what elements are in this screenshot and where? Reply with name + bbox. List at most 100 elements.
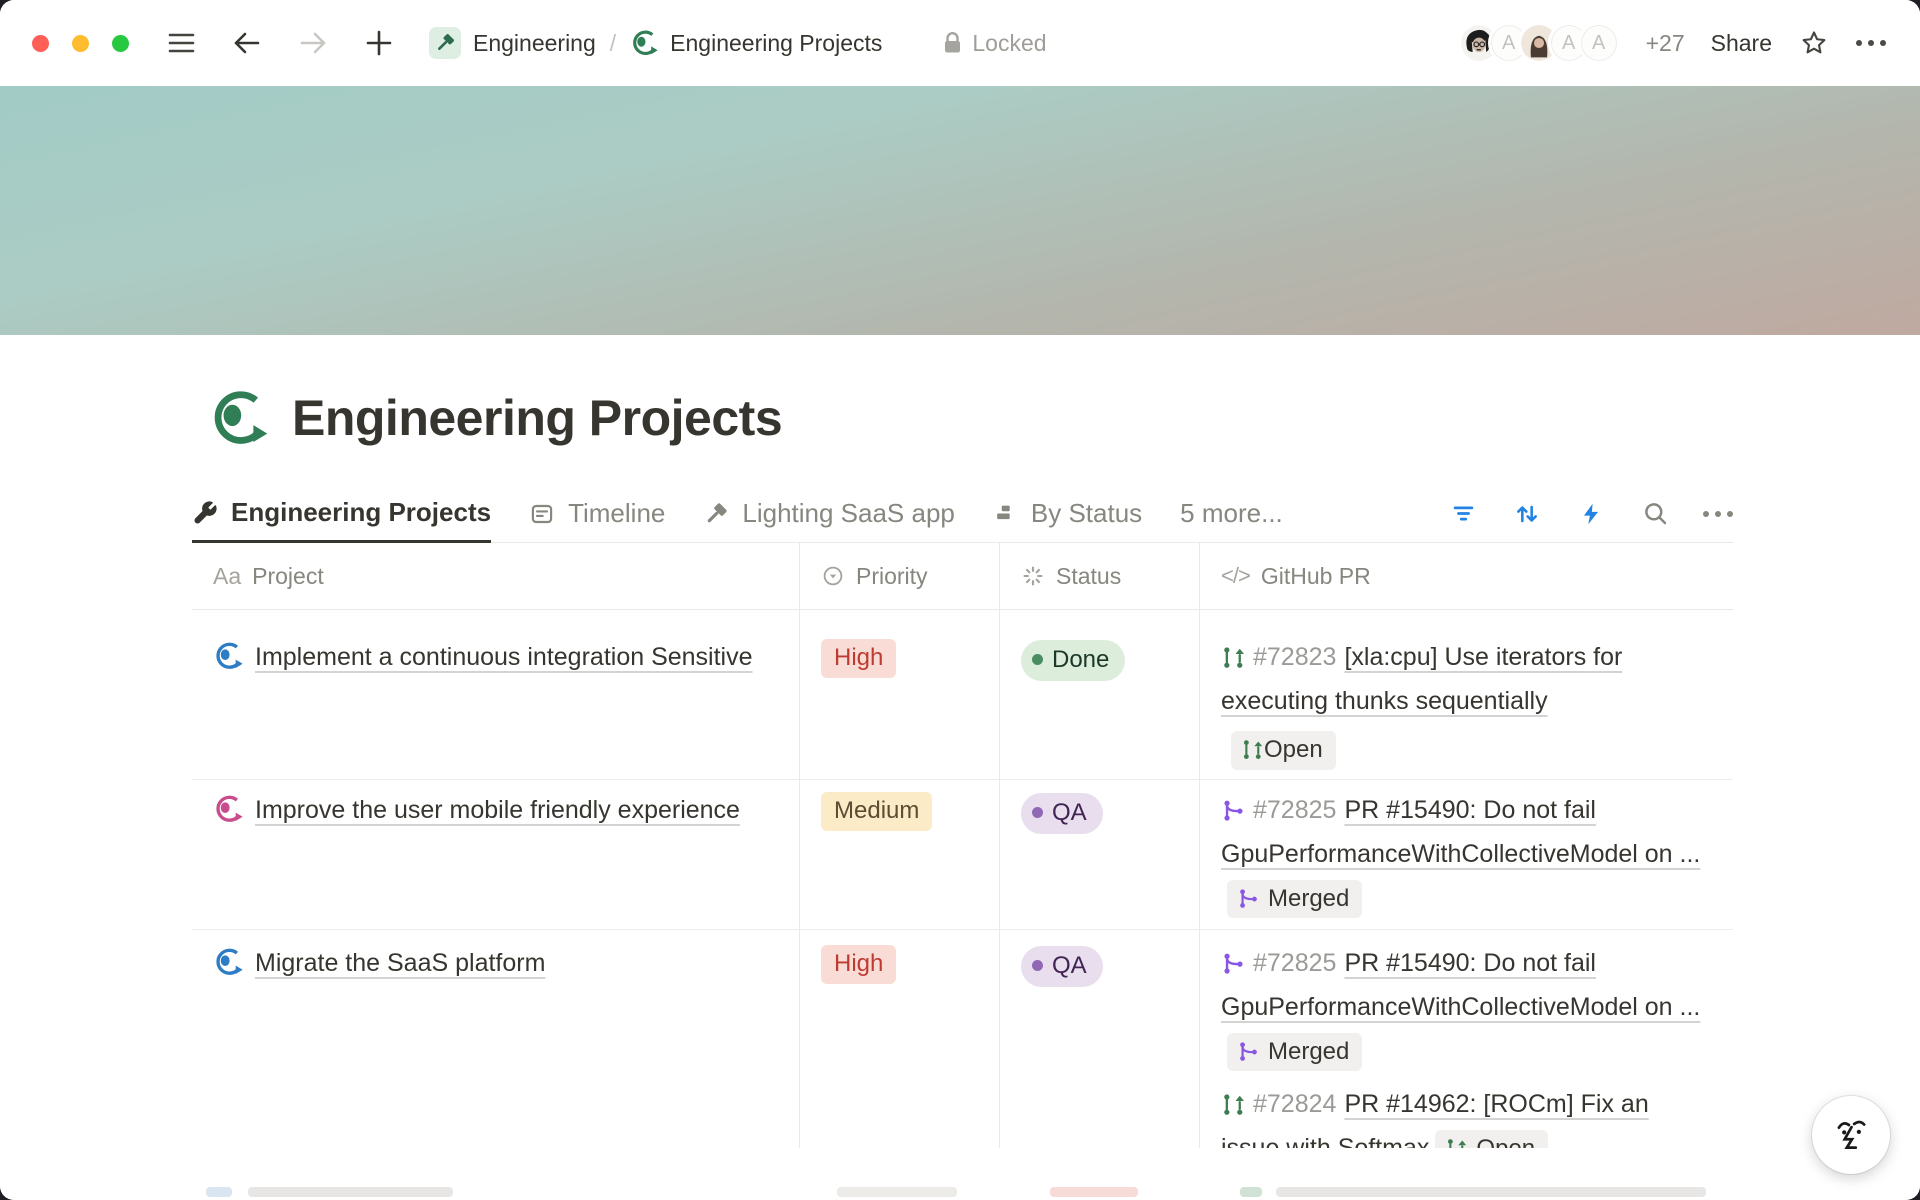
breadcrumb: Engineering / Engineering Projects	[429, 27, 882, 59]
table-header-row: Aa Project Priority Status </> GitHub PR	[192, 543, 1733, 610]
status-tag[interactable]: QA	[1021, 793, 1103, 834]
table-row: Migrate the SaaS platform High QA #72825…	[192, 916, 1733, 1135]
favorite-star-icon[interactable]	[1798, 27, 1830, 59]
automation-bolt-icon[interactable]	[1575, 498, 1607, 530]
sidebar-menu-icon[interactable]	[165, 27, 197, 59]
collaborator-avatars[interactable]: A A A	[1458, 22, 1620, 64]
forward-icon[interactable]	[297, 27, 329, 59]
page-sync-icon[interactable]	[208, 388, 268, 448]
new-page-icon[interactable]	[363, 27, 395, 59]
pr-state-badge: Merged	[1227, 1033, 1362, 1072]
board-icon	[529, 501, 555, 527]
project-link[interactable]: Migrate the SaaS platform	[255, 949, 545, 977]
pr-open-icon	[1241, 738, 1264, 761]
ai-face-icon	[1830, 1114, 1872, 1156]
tab-timeline[interactable]: Timeline	[529, 485, 665, 542]
project-cell[interactable]: Implement a continuous integration Sensi…	[192, 610, 800, 780]
status-cell[interactable]: Done	[1000, 610, 1200, 780]
status-dot-icon	[1032, 807, 1043, 818]
zoom-window-button[interactable]	[112, 35, 129, 52]
tab-by-status[interactable]: By Status	[993, 485, 1142, 542]
project-cell[interactable]: Migrate the SaaS platform	[192, 916, 800, 1179]
github-pr-cell[interactable]: #72825PR #15490: Do not fail GpuPerforma…	[1200, 763, 1733, 930]
github-pr-cell[interactable]: #72825PR #15490: Do not fail GpuPerforma…	[1200, 916, 1733, 1179]
pr-mention: #72823[xla:cpu] Use iterators for execut…	[1221, 635, 1713, 770]
hammer-icon[interactable]	[429, 27, 461, 59]
bars-icon	[993, 501, 1018, 526]
priority-tag[interactable]: High	[821, 945, 896, 984]
traffic-lights	[32, 35, 129, 52]
pr-merged-icon	[1237, 887, 1260, 910]
pr-number: #72824	[1253, 1090, 1336, 1118]
github-pr-cell[interactable]: #72823[xla:cpu] Use iterators for execut…	[1200, 610, 1733, 780]
sort-icon[interactable]	[1511, 498, 1543, 530]
breadcrumb-parent[interactable]: Engineering	[473, 30, 596, 57]
select-icon	[821, 564, 845, 588]
sync-icon	[213, 794, 243, 824]
pr-state-badge: Merged	[1227, 880, 1362, 919]
priority-cell[interactable]: High	[800, 916, 1000, 1179]
partially-visible-next-row	[192, 1187, 1733, 1198]
status-tag[interactable]: Done	[1021, 640, 1125, 681]
back-icon[interactable]	[231, 27, 263, 59]
database-table: Aa Project Priority Status </> GitHub PR	[192, 543, 1733, 1135]
search-icon[interactable]	[1639, 498, 1671, 530]
notion-ai-button[interactable]	[1812, 1096, 1890, 1174]
tab-engineering-projects[interactable]: Engineering Projects	[192, 486, 491, 543]
pr-merged-icon	[1221, 798, 1246, 823]
pr-number: #72825	[1253, 796, 1336, 824]
more-views-link[interactable]: 5 more...	[1180, 498, 1283, 529]
status-dot-icon	[1032, 960, 1043, 971]
breadcrumb-separator: /	[610, 30, 616, 57]
status-tag[interactable]: QA	[1021, 946, 1103, 987]
filter-icon[interactable]	[1447, 498, 1479, 530]
share-button[interactable]: Share	[1711, 30, 1772, 57]
pr-mention: #72825PR #15490: Do not fail GpuPerforma…	[1221, 941, 1713, 1073]
pr-merged-icon	[1237, 1040, 1260, 1063]
column-header-github-pr[interactable]: </> GitHub PR	[1200, 543, 1733, 610]
pr-number: #72825	[1253, 949, 1336, 977]
status-spinner-icon	[1021, 564, 1045, 588]
sync-icon	[630, 29, 658, 57]
toolbar: Engineering / Engineering Projects Locke…	[0, 0, 1920, 86]
more-options-icon[interactable]	[1856, 40, 1886, 46]
pr-merged-icon	[1221, 951, 1246, 976]
view-options-icon[interactable]	[1703, 511, 1733, 517]
avatar: A	[1578, 22, 1620, 64]
view-tabs-bar: Engineering Projects Timeline Lighting S…	[192, 485, 1733, 543]
status-dot-icon	[1032, 654, 1043, 665]
pr-mention: #72825PR #15490: Do not fail GpuPerforma…	[1221, 788, 1713, 920]
priority-cell[interactable]: Medium	[800, 763, 1000, 930]
pr-number: #72823	[1253, 643, 1336, 671]
hammer-icon	[703, 501, 729, 527]
column-header-project[interactable]: Aa Project	[192, 543, 800, 610]
notion-window: Engineering / Engineering Projects Locke…	[0, 0, 1920, 1200]
status-cell[interactable]: QA	[1000, 916, 1200, 1179]
project-link[interactable]: Implement a continuous integration Sensi…	[255, 643, 753, 671]
minimize-window-button[interactable]	[72, 35, 89, 52]
priority-cell[interactable]: High	[800, 610, 1000, 780]
column-header-status[interactable]: Status	[1000, 543, 1200, 610]
table-row: Improve the user mobile friendly experie…	[192, 763, 1733, 916]
column-header-priority[interactable]: Priority	[800, 543, 1000, 610]
project-cell[interactable]: Improve the user mobile friendly experie…	[192, 763, 800, 930]
bottom-fade-overlay	[0, 1148, 1920, 1200]
avatar-overflow-count[interactable]: +27	[1646, 30, 1685, 57]
page-cover-image[interactable]	[0, 86, 1920, 335]
breadcrumb-current[interactable]: Engineering Projects	[670, 30, 882, 57]
priority-tag[interactable]: High	[821, 639, 896, 678]
text-type-icon: Aa	[213, 563, 241, 590]
wrench-icon	[192, 500, 218, 526]
locked-indicator[interactable]: Locked	[942, 30, 1046, 57]
sync-icon	[213, 947, 243, 977]
lock-icon	[942, 31, 963, 55]
code-icon: </>	[1221, 563, 1250, 589]
priority-tag[interactable]: Medium	[821, 792, 932, 831]
close-window-button[interactable]	[32, 35, 49, 52]
pr-open-icon	[1221, 645, 1246, 670]
sync-icon	[213, 641, 243, 671]
page-title[interactable]: Engineering Projects	[292, 389, 782, 447]
project-link[interactable]: Improve the user mobile friendly experie…	[255, 796, 740, 824]
status-cell[interactable]: QA	[1000, 763, 1200, 930]
tab-lighting-saas-app[interactable]: Lighting SaaS app	[703, 485, 955, 542]
